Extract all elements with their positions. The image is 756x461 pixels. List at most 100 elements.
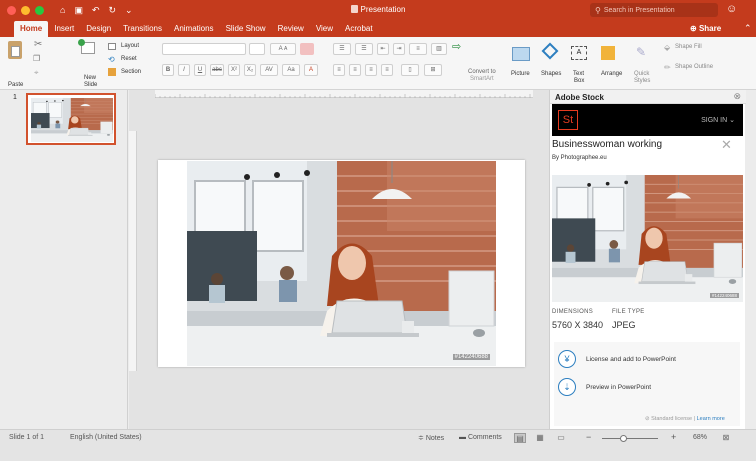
stock-panel-title: Adobe Stock bbox=[555, 93, 604, 102]
notes-button[interactable]: ≑ Notes bbox=[418, 434, 444, 442]
home-icon[interactable]: ⌂ bbox=[60, 5, 65, 15]
underline-button[interactable]: U bbox=[194, 64, 206, 76]
increase-indent-icon[interactable]: ⇥ bbox=[393, 43, 405, 55]
italic-button[interactable]: I bbox=[178, 64, 190, 76]
tab-insert[interactable]: Insert bbox=[48, 24, 80, 37]
slide-canvas[interactable]: #142240688 bbox=[158, 160, 525, 367]
shapes-icon[interactable] bbox=[541, 42, 559, 60]
learn-more-link[interactable]: Learn more bbox=[697, 416, 725, 422]
character-spacing-button[interactable]: AV bbox=[260, 64, 278, 76]
reading-view-icon[interactable]: ▭ bbox=[555, 433, 567, 443]
zoom-out-button[interactable]: − bbox=[586, 432, 591, 442]
copy-icon[interactable]: ❐ bbox=[33, 54, 40, 63]
redo-icon[interactable]: ↻ bbox=[109, 5, 117, 16]
clear-formatting-icon[interactable] bbox=[300, 43, 314, 55]
collapse-ribbon-icon[interactable]: ⌃ bbox=[744, 23, 752, 34]
tab-slide-show[interactable]: Slide Show bbox=[220, 24, 272, 37]
customize-toolbar-icon[interactable]: ⌄ bbox=[125, 5, 133, 16]
quick-styles-label-1[interactable]: Quick bbox=[634, 71, 649, 77]
comments-button[interactable]: ▬ Comments bbox=[459, 434, 502, 441]
fit-to-window-icon[interactable]: ⊠ bbox=[720, 433, 732, 443]
picture-label[interactable]: Picture bbox=[511, 71, 530, 77]
justify-icon[interactable]: ≡ bbox=[381, 64, 393, 76]
search-field[interactable]: ⚲ Search in Presentation bbox=[590, 3, 718, 17]
minimize-window-button[interactable] bbox=[21, 5, 30, 15]
tab-home[interactable]: Home bbox=[14, 21, 49, 37]
slide-thumbnail[interactable] bbox=[26, 93, 116, 145]
change-case-button[interactable]: Aa bbox=[282, 64, 300, 76]
font-grow-shrink-buttons[interactable]: A A bbox=[270, 43, 296, 55]
close-window-button[interactable] bbox=[7, 5, 16, 15]
format-painter-icon[interactable]: ⌖ bbox=[34, 68, 39, 78]
shape-fill-icon[interactable]: ⬙ bbox=[664, 43, 670, 52]
align-right-icon[interactable]: ≡ bbox=[365, 64, 377, 76]
zoom-level[interactable]: 68% bbox=[693, 434, 707, 441]
columns-icon[interactable]: ▥ bbox=[431, 43, 447, 55]
zoom-window-button[interactable] bbox=[35, 5, 44, 15]
smartart-icon[interactable]: ⊞ bbox=[424, 64, 442, 76]
decrease-indent-icon[interactable]: ⇤ bbox=[377, 43, 389, 55]
shapes-label[interactable]: Shapes bbox=[541, 71, 561, 77]
numbering-icon[interactable]: ☰ bbox=[355, 43, 373, 55]
feedback-smiley-icon[interactable]: ☺ bbox=[726, 3, 737, 15]
font-grow-label: A bbox=[278, 46, 283, 52]
new-slide-label-1[interactable]: New bbox=[84, 75, 96, 81]
cut-icon[interactable]: ✂ bbox=[34, 39, 42, 50]
preview-button[interactable]: ⇣ Preview in PowerPoint bbox=[558, 376, 651, 398]
subscript-button[interactable]: X₂ bbox=[244, 64, 256, 76]
slide-photo[interactable]: #142240688 bbox=[187, 161, 496, 366]
filetype-label: FILE TYPE bbox=[612, 309, 645, 315]
align-center-icon[interactable]: ≡ bbox=[349, 64, 361, 76]
shape-outline-button[interactable]: Shape Outline bbox=[675, 64, 713, 70]
tab-view[interactable]: View bbox=[310, 24, 339, 37]
text-box-label-2[interactable]: Box bbox=[574, 78, 584, 84]
bold-button[interactable]: B bbox=[162, 64, 174, 76]
arrange-icon[interactable] bbox=[601, 46, 615, 60]
picture-icon[interactable] bbox=[512, 47, 530, 61]
font-color-button[interactable]: A bbox=[304, 64, 318, 76]
sign-in-button[interactable]: SIGN IN ⌄ bbox=[701, 116, 735, 124]
section-button[interactable]: Section bbox=[121, 69, 141, 75]
paste-label[interactable]: Paste bbox=[8, 82, 23, 88]
undo-icon[interactable]: ↶ bbox=[92, 5, 100, 16]
align-text-icon[interactable]: ▯ bbox=[401, 64, 419, 76]
save-icon[interactable]: ▣ bbox=[74, 5, 83, 16]
text-box-icon[interactable]: A bbox=[571, 46, 587, 60]
font-name-box[interactable] bbox=[162, 43, 246, 55]
close-asset-icon[interactable]: ✕ bbox=[721, 137, 732, 153]
language-indicator[interactable]: English (United States) bbox=[70, 434, 142, 441]
share-button[interactable]: ⊕ Share bbox=[690, 24, 721, 33]
shape-fill-button[interactable]: Shape Fill bbox=[675, 44, 702, 50]
line-spacing-icon[interactable]: ≡ bbox=[409, 43, 427, 55]
align-left-icon[interactable]: ≡ bbox=[333, 64, 345, 76]
tab-transitions[interactable]: Transitions bbox=[117, 24, 168, 37]
tab-design[interactable]: Design bbox=[80, 24, 117, 37]
bullets-icon[interactable]: ☰ bbox=[333, 43, 351, 55]
new-slide-label-2[interactable]: Slide bbox=[84, 82, 97, 88]
strikethrough-button[interactable]: abc bbox=[210, 64, 224, 76]
vertical-ruler[interactable] bbox=[129, 131, 137, 371]
font-size-box[interactable] bbox=[249, 43, 265, 55]
horizontal-ruler[interactable] bbox=[154, 90, 533, 98]
shape-outline-icon[interactable]: ✏ bbox=[664, 63, 671, 72]
tab-review[interactable]: Review bbox=[272, 24, 310, 37]
superscript-button[interactable]: X² bbox=[228, 64, 240, 76]
layout-button[interactable]: Layout bbox=[121, 43, 139, 49]
tab-animations[interactable]: Animations bbox=[168, 24, 220, 37]
zoom-slider[interactable] bbox=[602, 438, 658, 439]
arrange-label[interactable]: Arrange bbox=[601, 71, 622, 77]
tab-acrobat[interactable]: Acrobat bbox=[339, 24, 379, 37]
quick-styles-label-2[interactable]: Styles bbox=[634, 78, 650, 84]
close-panel-icon[interactable]: ⊗ bbox=[733, 91, 741, 102]
text-direction-icon[interactable]: ⇨ bbox=[452, 40, 461, 53]
zoom-in-button[interactable]: + bbox=[671, 432, 676, 442]
slide-sorter-icon[interactable]: ▦ bbox=[534, 433, 546, 443]
license-and-add-button[interactable]: ¥ License and add to PowerPoint bbox=[558, 348, 676, 370]
reset-button[interactable]: Reset bbox=[121, 56, 137, 62]
text-box-label-1[interactable]: Text bbox=[573, 71, 584, 77]
convert-smartart-label-2[interactable]: SmartArt bbox=[470, 76, 494, 82]
normal-view-icon[interactable]: ▤ bbox=[514, 433, 526, 443]
quick-styles-icon[interactable]: ✎ bbox=[636, 45, 646, 59]
zoom-slider-thumb[interactable] bbox=[620, 435, 628, 442]
convert-smartart-label-1[interactable]: Convert to bbox=[468, 69, 496, 75]
